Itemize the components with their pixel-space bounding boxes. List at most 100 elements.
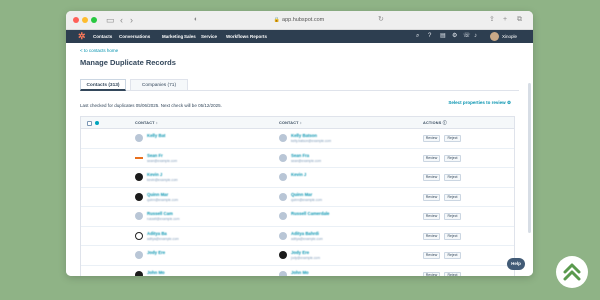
browser-chrome: ▭ ‹ › ◐ 🔒 app.hubspot.com ↻ ⇪ + ⧉ bbox=[66, 11, 533, 30]
nav-contacts[interactable]: Contacts bbox=[93, 30, 112, 43]
user-avatar[interactable] bbox=[490, 32, 499, 41]
contact-name-link[interactable]: John Mo bbox=[291, 270, 309, 275]
reject-button[interactable]: Reject bbox=[444, 174, 461, 181]
tab-overview-icon[interactable]: ⧉ bbox=[517, 14, 522, 26]
back-to-contacts-link[interactable]: < to contacts home bbox=[80, 48, 118, 53]
contact-avatar bbox=[135, 173, 143, 181]
reject-button[interactable]: Reject bbox=[444, 232, 461, 240]
contact-avatar bbox=[135, 251, 143, 259]
hubspot-logo-icon[interactable]: ✲ bbox=[78, 32, 87, 41]
nav-reports[interactable]: Reports bbox=[250, 30, 267, 43]
nav-marketing[interactable]: Marketing bbox=[162, 30, 183, 43]
contact-name-link[interactable]: Sean Fra bbox=[291, 153, 309, 158]
hubspot-navbar: ✲ Contacts Conversations Marketing Sales… bbox=[66, 30, 533, 43]
contact-avatar bbox=[135, 192, 143, 201]
settings-gear-icon[interactable]: ⚙ bbox=[452, 30, 457, 43]
maximize-window-button[interactable] bbox=[91, 17, 97, 23]
share-icon[interactable]: ⇪ bbox=[489, 14, 495, 26]
close-window-button[interactable] bbox=[73, 17, 79, 23]
tab-companies[interactable]: Companies (71) bbox=[130, 79, 188, 91]
column-header-contact-1[interactable]: CONTACT ↕ bbox=[135, 117, 158, 129]
contact-name-link[interactable]: Quinn Mar bbox=[291, 192, 312, 197]
contact-email: russell@example.com bbox=[147, 217, 180, 221]
column-label: CONTACT bbox=[135, 121, 155, 125]
sidebar-toggle-icon[interactable]: ▭ bbox=[106, 14, 115, 26]
tab-contacts[interactable]: Contacts (313) bbox=[80, 79, 126, 91]
reject-button[interactable]: Reject bbox=[444, 252, 461, 259]
review-button[interactable]: Review bbox=[423, 174, 440, 181]
column-label: ACTIONS bbox=[423, 121, 442, 125]
nav-service[interactable]: Service bbox=[201, 30, 217, 43]
review-button[interactable]: Review bbox=[423, 213, 440, 220]
contact-email: kelly.batson@example.com bbox=[291, 139, 332, 143]
contact-name-link[interactable]: Kevin J bbox=[291, 172, 306, 177]
contact-name-link[interactable]: Jody Ere bbox=[147, 250, 165, 255]
review-button[interactable]: Review bbox=[423, 154, 440, 162]
contact-avatar bbox=[135, 231, 143, 240]
reject-button[interactable]: Reject bbox=[444, 271, 461, 276]
lock-icon: 🔒 bbox=[273, 17, 281, 23]
review-button[interactable]: Review bbox=[423, 135, 440, 142]
page-title: Manage Duplicate Records bbox=[80, 58, 176, 67]
review-button[interactable]: Review bbox=[423, 271, 440, 276]
scrollbar[interactable] bbox=[528, 83, 531, 233]
contact-avatar bbox=[279, 134, 287, 142]
privacy-shield-icon[interactable]: ◐ bbox=[194, 14, 198, 26]
table-row: Sean Fr sean@example.com Sean Fra sean@exam… bbox=[81, 149, 514, 168]
account-name[interactable]: Xinople bbox=[502, 30, 517, 43]
contact-name-link[interactable]: Sean Fr bbox=[147, 153, 163, 158]
review-button[interactable]: Review bbox=[423, 232, 440, 240]
reject-button[interactable]: Reject bbox=[444, 213, 461, 220]
reject-button[interactable]: Reject bbox=[444, 154, 461, 162]
reject-button[interactable]: Reject bbox=[444, 193, 461, 201]
table-row: Aditya Ba aditya@example.com Aditya Bahrdi… bbox=[81, 227, 514, 246]
contact-name-link[interactable]: Russell Camerdale bbox=[291, 211, 329, 216]
nav-sales[interactable]: Sales bbox=[184, 30, 196, 43]
contact-name-link[interactable]: Aditya Ba bbox=[147, 231, 167, 236]
contact-email: quinn@example.com bbox=[291, 197, 323, 202]
contact-name-link[interactable]: Aditya Bahrdi bbox=[291, 231, 319, 236]
contact-email: john.mo@example.com bbox=[147, 276, 182, 277]
marketplace-icon[interactable]: ▤ bbox=[440, 30, 446, 43]
address-bar[interactable]: 🔒 app.hubspot.com bbox=[256, 15, 342, 26]
back-icon[interactable]: ‹ bbox=[120, 14, 123, 26]
reload-icon[interactable]: ↻ bbox=[378, 14, 384, 26]
brand-badge-logo bbox=[556, 256, 588, 288]
notifications-bell-icon[interactable]: ♪ bbox=[474, 30, 477, 43]
contact-name-link[interactable]: Kevin J bbox=[147, 172, 162, 177]
settings-gear-icon: ⚙ bbox=[506, 100, 511, 105]
select-properties-link[interactable]: Select properties to review ⚙ bbox=[448, 100, 511, 106]
duplicates-table: CONTACT ↕ CONTACT ↕ ACTIONS ⓘ Kelly Bat K… bbox=[80, 116, 515, 276]
minimize-window-button[interactable] bbox=[82, 17, 88, 23]
contact-avatar bbox=[135, 212, 143, 220]
help-icon[interactable]: ? bbox=[428, 30, 431, 43]
contact-name-link[interactable]: Kelly Bat bbox=[147, 133, 165, 138]
contact-name-link[interactable]: Jody Ere bbox=[291, 250, 309, 255]
table-header: CONTACT ↕ CONTACT ↕ ACTIONS ⓘ bbox=[81, 117, 514, 129]
review-button[interactable]: Review bbox=[423, 252, 440, 259]
contact-avatar bbox=[279, 192, 287, 201]
contact-email: sean@example.com bbox=[291, 158, 322, 163]
contact-avatar bbox=[279, 153, 287, 162]
new-tab-icon[interactable]: + bbox=[503, 14, 507, 26]
reject-button[interactable]: Reject bbox=[444, 135, 461, 142]
contact-name-link[interactable]: Kelly Batson bbox=[291, 133, 317, 138]
review-button[interactable]: Review bbox=[423, 193, 440, 201]
column-header-contact-2[interactable]: CONTACT ↕ bbox=[279, 117, 302, 129]
select-all-checkbox[interactable] bbox=[87, 121, 92, 126]
contact-name-link[interactable]: John Mo bbox=[147, 270, 165, 275]
contact-name-link[interactable]: Quinn Mar bbox=[147, 192, 168, 197]
search-icon[interactable]: ⌕ bbox=[416, 30, 419, 43]
calling-icon[interactable]: ☏ bbox=[463, 30, 471, 43]
info-icon[interactable] bbox=[95, 121, 99, 125]
contact-avatar bbox=[279, 212, 287, 220]
url-text: app.hubspot.com bbox=[282, 17, 325, 23]
forward-icon[interactable]: › bbox=[130, 14, 133, 26]
column-label: CONTACT bbox=[279, 121, 299, 125]
contact-avatar bbox=[279, 231, 287, 240]
nav-conversations[interactable]: Conversations bbox=[119, 30, 150, 43]
contact-avatar bbox=[279, 173, 287, 181]
help-button[interactable]: Help bbox=[507, 258, 525, 270]
contact-name-link[interactable]: Russell Cam bbox=[147, 211, 173, 216]
contact-email: jody@example.com bbox=[291, 256, 321, 260]
